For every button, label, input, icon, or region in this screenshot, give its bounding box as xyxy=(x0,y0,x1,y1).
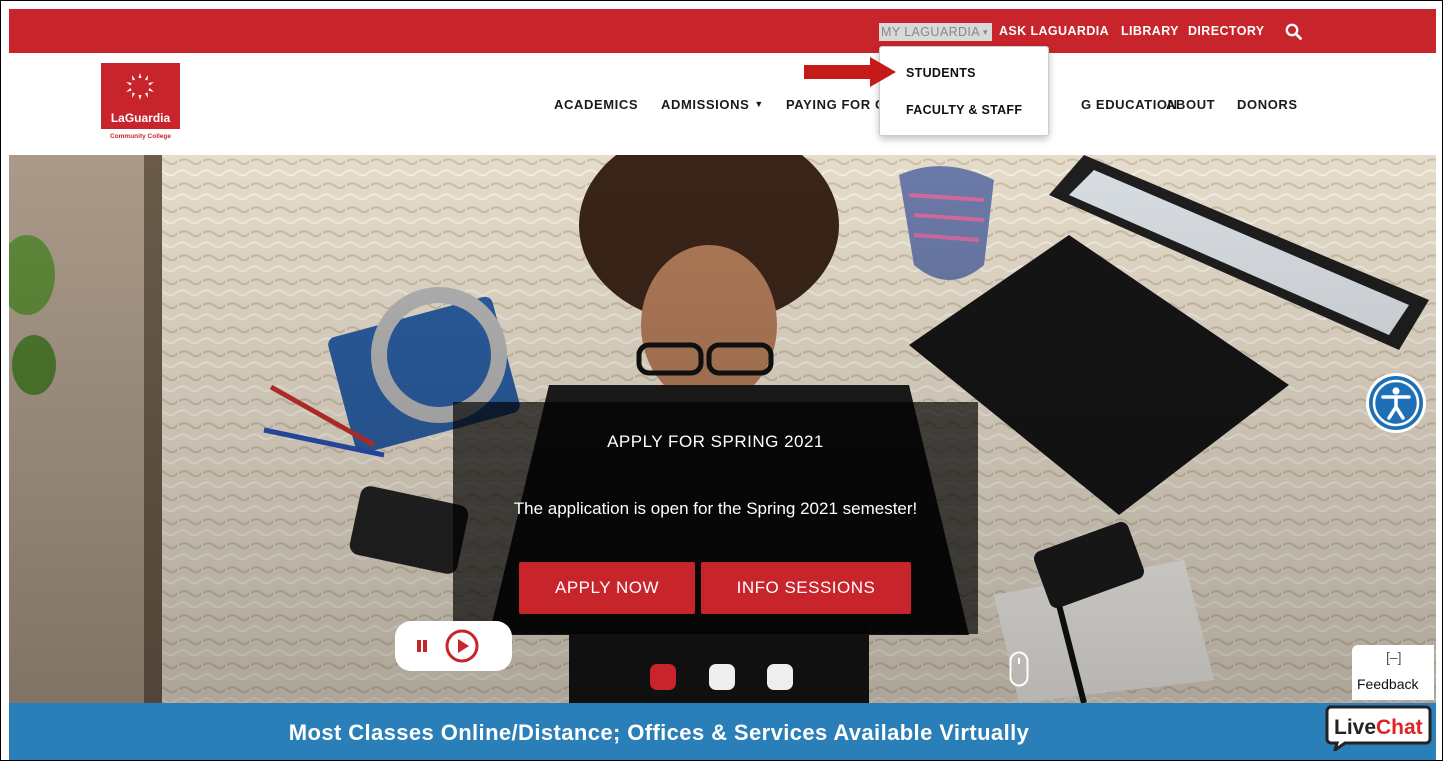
nav-about[interactable]: ABOUT xyxy=(1166,53,1215,155)
carousel-dot-2[interactable] xyxy=(709,664,735,690)
info-sessions-button[interactable]: INFO SESSIONS xyxy=(701,562,911,614)
laguardia-logo[interactable]: LaGuardia Community College xyxy=(101,63,180,145)
livechat-button[interactable]: Live Chat xyxy=(1325,705,1432,751)
scroll-mouse-icon xyxy=(1009,651,1029,687)
chevron-down-icon: ▾ xyxy=(983,26,988,37)
site-header: LaGuardia Community College ACADEMICS AD… xyxy=(9,53,1436,155)
banner-text[interactable]: Most Classes Online/Distance; Offices & … xyxy=(9,703,1309,760)
feedback-label: Feedback xyxy=(1357,676,1419,692)
apply-now-button[interactable]: APPLY NOW xyxy=(519,562,695,614)
my-laguardia-label: MY LAGUARDIA xyxy=(881,25,981,39)
annotation-arrow-icon xyxy=(804,57,896,87)
logo-burst-icon xyxy=(126,73,154,100)
hero-text: The application is open for the Spring 2… xyxy=(513,499,918,518)
logo-subtitle: Community College xyxy=(101,129,180,145)
nav-continuing-education[interactable]: G EDUCATION xyxy=(1081,53,1178,155)
carousel-dot-1[interactable] xyxy=(650,664,676,690)
livechat-chat: Chat xyxy=(1376,716,1423,739)
page: MY LAGUARDIA ▾ ASK LAGUARDIA LIBRARY DIR… xyxy=(9,9,1436,760)
accessibility-icon[interactable] xyxy=(1365,372,1427,434)
search-icon[interactable] xyxy=(1282,9,1304,53)
carousel-dot-3[interactable] xyxy=(767,664,793,690)
utility-bar: MY LAGUARDIA ▾ ASK LAGUARDIA LIBRARY DIR… xyxy=(9,9,1436,53)
library-link[interactable]: LIBRARY xyxy=(1121,9,1179,53)
livechat-live: Live xyxy=(1334,716,1376,739)
hero-slide-card: APPLY FOR SPRING 2021 The application is… xyxy=(453,402,978,634)
logo-name: LaGuardia xyxy=(110,111,171,125)
screenshot-frame: MY LAGUARDIA ▾ ASK LAGUARDIA LIBRARY DIR… xyxy=(0,0,1443,761)
hero-carousel: APPLY FOR SPRING 2021 The application is… xyxy=(9,155,1436,703)
directory-link[interactable]: DIRECTORY xyxy=(1188,9,1265,53)
my-laguardia-menu[interactable]: MY LAGUARDIA ▾ xyxy=(879,23,992,41)
dropdown-item-students[interactable]: STUDENTS xyxy=(906,66,976,80)
play-icon[interactable] xyxy=(445,629,479,663)
nav-admissions-label: ADMISSIONS xyxy=(661,96,750,112)
pause-icon[interactable] xyxy=(405,629,439,663)
chevron-down-icon: ▼ xyxy=(754,99,764,109)
carousel-controls xyxy=(395,621,512,671)
feedback-minimize[interactable]: [–] xyxy=(1386,649,1402,665)
nav-academics[interactable]: ACADEMICS xyxy=(554,53,638,155)
dropdown-item-faculty-staff[interactable]: FACULTY & STAFF xyxy=(906,103,1022,117)
hero-title: APPLY FOR SPRING 2021 xyxy=(607,432,824,451)
feedback-widget[interactable]: [–] Feedback xyxy=(1352,645,1434,700)
nav-donors[interactable]: DONORS xyxy=(1237,53,1298,155)
my-laguardia-dropdown: STUDENTS FACULTY & STAFF xyxy=(879,46,1049,136)
nav-admissions[interactable]: ADMISSIONS ▼ xyxy=(661,53,764,155)
status-banner: Most Classes Online/Distance; Offices & … xyxy=(9,703,1436,760)
